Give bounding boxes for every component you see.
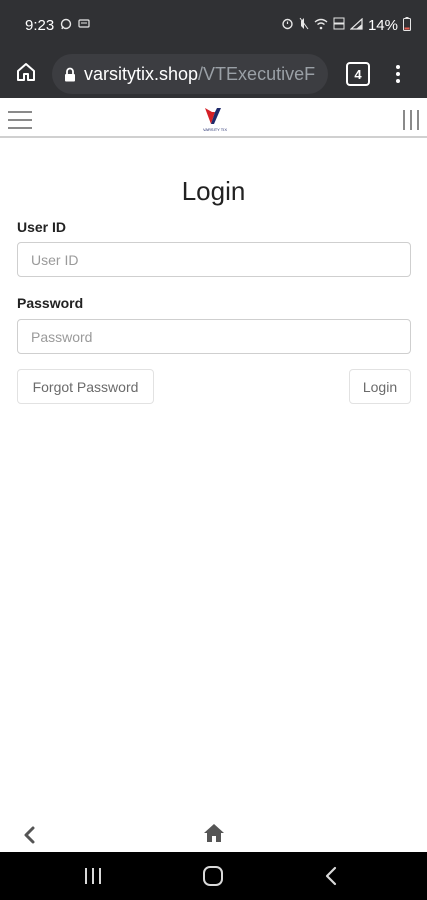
recents-line [99, 868, 101, 884]
tab-count: 4 [354, 66, 362, 82]
mute-icon [299, 17, 309, 33]
dot [396, 79, 400, 83]
user-id-input[interactable] [17, 242, 411, 277]
status-bar: 9:23 14% [0, 0, 427, 50]
hamburger-line [8, 127, 32, 129]
logo-text: VARSITY TIX [203, 127, 227, 132]
home-icon [15, 61, 37, 88]
bar-line [403, 110, 405, 130]
wifi-icon [314, 18, 328, 33]
page-title: Login [181, 176, 246, 206]
battery-icon [403, 16, 411, 34]
android-nav-bar [0, 852, 427, 900]
lock-icon [64, 67, 76, 82]
url-bar[interactable]: varsitytix.shop/VTExecutiveF [52, 54, 328, 94]
browser-home-icon[interactable] [203, 823, 225, 848]
hamburger-menu-icon[interactable] [8, 111, 32, 129]
status-left: 9:23 [25, 17, 90, 34]
login-button[interactable]: Login [349, 369, 411, 404]
password-input[interactable] [17, 319, 411, 354]
url-path: /VTExecutiveF [198, 63, 316, 84]
password-label: Password [17, 295, 84, 311]
volte-icon [333, 17, 345, 33]
bar-line [410, 110, 412, 130]
hamburger-line [8, 111, 32, 113]
tab-switcher-button[interactable]: 4 [346, 62, 370, 86]
alarm-icon [281, 17, 294, 33]
message-icon [78, 18, 90, 32]
screen: 9:23 14% varsitytix.shop /VTExecutiveF 4… [0, 0, 427, 900]
battery-percent: 14% [367, 16, 398, 34]
browser-menu-button[interactable] [388, 65, 408, 83]
dot [396, 65, 400, 69]
nav-home-icon[interactable] [203, 866, 223, 886]
status-right: 14% [281, 16, 411, 34]
recents-line [92, 868, 94, 884]
browser-home-button[interactable] [0, 50, 52, 98]
browser-bottom-bar [0, 816, 427, 852]
url-domain: varsitytix.shop [84, 63, 199, 84]
forgot-password-button[interactable]: Forgot Password [17, 369, 154, 404]
signal-icon [349, 17, 363, 33]
recents-line [85, 868, 87, 884]
user-id-label: User ID [17, 219, 67, 235]
browser-toolbar: varsitytix.shop/VTExecutiveF 4 [0, 50, 427, 98]
nav-back-icon[interactable] [325, 866, 337, 891]
bar-line [417, 110, 419, 130]
vertical-bars-icon[interactable] [403, 110, 419, 130]
recents-icon[interactable] [85, 868, 101, 884]
status-time: 9:23 [25, 16, 55, 34]
browser-back-icon[interactable] [22, 825, 36, 850]
varsity-tix-logo: VARSITY TIX [203, 108, 227, 132]
dot [396, 72, 400, 76]
whatsapp-icon [60, 18, 72, 33]
hamburger-line [8, 119, 32, 121]
